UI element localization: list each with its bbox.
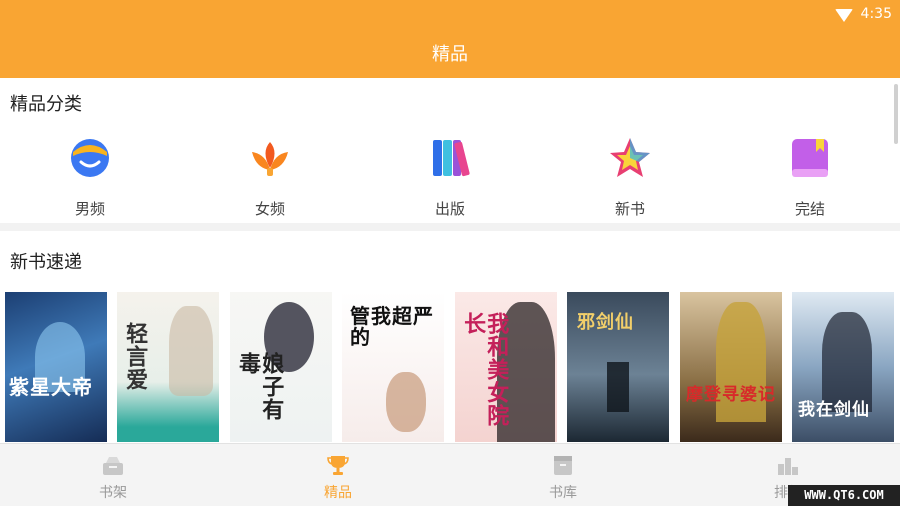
- tab-library[interactable]: 书库: [503, 454, 623, 502]
- library-box-icon: [554, 456, 572, 475]
- new-books-section: 新书速递 紫星大帝 轻言爱 娘子有毒 管我超严的 我和美女院长 邪剑仙 摩登寻婆…: [0, 231, 900, 443]
- book-cover[interactable]: 紫星大帝: [5, 292, 107, 442]
- male-face-icon: [71, 139, 109, 177]
- status-bar: 4:35: [834, 4, 892, 24]
- ranking-icon: [778, 458, 798, 475]
- category-label: 男频: [74, 200, 105, 218]
- book-cover-title: 邪剑仙: [577, 312, 634, 333]
- category-section: 精品分类 男频 女频 出版 新书 完结: [0, 78, 900, 223]
- tab-bookshelf[interactable]: 书架: [53, 454, 173, 502]
- bottom-tab-bar: 书架 精品 书库 排行: [0, 443, 900, 506]
- category-label: 女频: [254, 200, 285, 218]
- book-cover-title: 我在剑仙: [798, 400, 870, 420]
- tab-label: 精品: [324, 485, 352, 501]
- bookmark-book-icon: [792, 139, 828, 177]
- book-cover[interactable]: 轻言爱: [117, 292, 219, 442]
- book-cover-title: 紫星大帝: [9, 375, 93, 399]
- wifi-icon: [834, 8, 853, 22]
- category-new[interactable]: 新书: [585, 136, 675, 219]
- tab-label: 书库: [549, 485, 577, 501]
- category-male[interactable]: 男频: [45, 136, 135, 219]
- tab-label: 书架: [99, 485, 127, 501]
- cover-figure: [169, 306, 213, 396]
- category-female[interactable]: 女频: [225, 136, 315, 219]
- category-finished[interactable]: 完结: [765, 136, 855, 219]
- category-publish[interactable]: 出版: [405, 136, 495, 219]
- category-label: 完结: [794, 200, 825, 218]
- book-cover[interactable]: 娘子有毒: [230, 292, 332, 442]
- tab-featured[interactable]: 精品: [278, 454, 398, 502]
- new-books-section-title: 新书速递: [10, 252, 82, 273]
- trophy-icon: [327, 456, 349, 475]
- book-cover[interactable]: 我在剑仙: [792, 292, 894, 442]
- bookshelf-icon: [103, 457, 123, 475]
- status-time: 4:35: [860, 6, 892, 22]
- book-cover-title: 娘子有毒: [235, 352, 285, 421]
- cover-figure: [822, 312, 872, 412]
- category-section-title: 精品分类: [10, 94, 82, 115]
- book-cover[interactable]: 摩登寻婆记: [680, 292, 782, 442]
- book-cover[interactable]: 管我超严的: [342, 292, 444, 442]
- cover-figure: [607, 362, 629, 412]
- book-cover-title: 摩登寻婆记: [686, 385, 776, 405]
- book-cover-title: 我和美女院长: [460, 312, 510, 427]
- category-label: 新书: [614, 200, 645, 218]
- scrollbar[interactable]: [894, 84, 898, 144]
- book-cover-title: 轻言爱: [122, 322, 149, 391]
- book-cover[interactable]: 我和美女院长: [455, 292, 557, 442]
- book-cover[interactable]: 邪剑仙: [567, 292, 669, 442]
- lotus-flower-icon: [252, 142, 288, 176]
- star-icon: [610, 138, 650, 177]
- site-watermark: WWW.QT6.COM: [788, 485, 900, 506]
- page-title: 精品: [432, 44, 468, 65]
- book-cover-title: 管我超严的: [350, 304, 434, 349]
- cover-figure: [386, 372, 426, 432]
- category-label: 出版: [434, 200, 465, 218]
- app-header: 4:35 精品: [0, 0, 900, 78]
- books-icon: [433, 140, 470, 177]
